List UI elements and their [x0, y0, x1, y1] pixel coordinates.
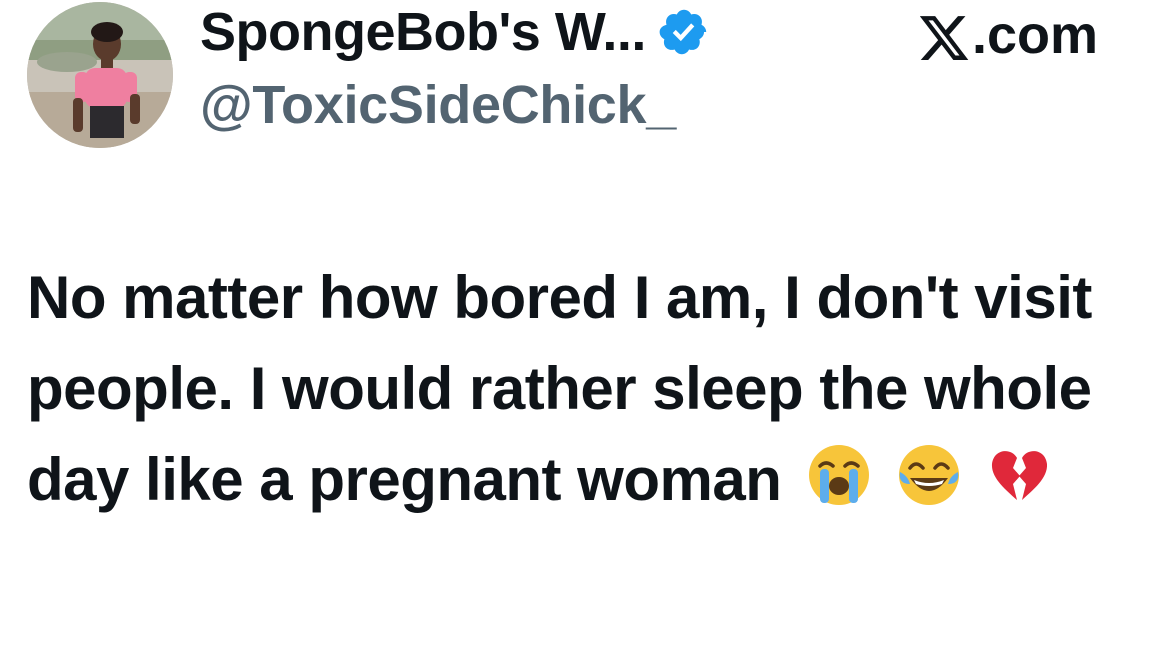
author-handle[interactable]: @ToxicSideChick_	[200, 74, 710, 136]
verified-badge-icon	[658, 6, 710, 58]
author-display-name[interactable]: SpongeBob's W...	[200, 1, 646, 63]
x-logo-icon	[919, 12, 970, 60]
profile-avatar[interactable]	[27, 2, 173, 148]
author-name-row: SpongeBob's W...	[200, 0, 710, 64]
author-block: SpongeBob's W... @ToxicSideChick_	[200, 0, 710, 136]
face-with-tears-of-joy-emoji	[896, 442, 962, 508]
broken-heart-emoji	[986, 442, 1052, 508]
avatar-photo	[27, 2, 173, 148]
tweet-card: SpongeBob's W... @ToxicSideChick_ .com N…	[0, 0, 1170, 647]
x-brand-label: .com	[919, 4, 1098, 66]
tweet-body: No matter how bored I am, I don't visit …	[27, 252, 1147, 525]
brand-suffix: .com	[971, 5, 1098, 65]
loudly-crying-face-emoji	[806, 442, 872, 508]
